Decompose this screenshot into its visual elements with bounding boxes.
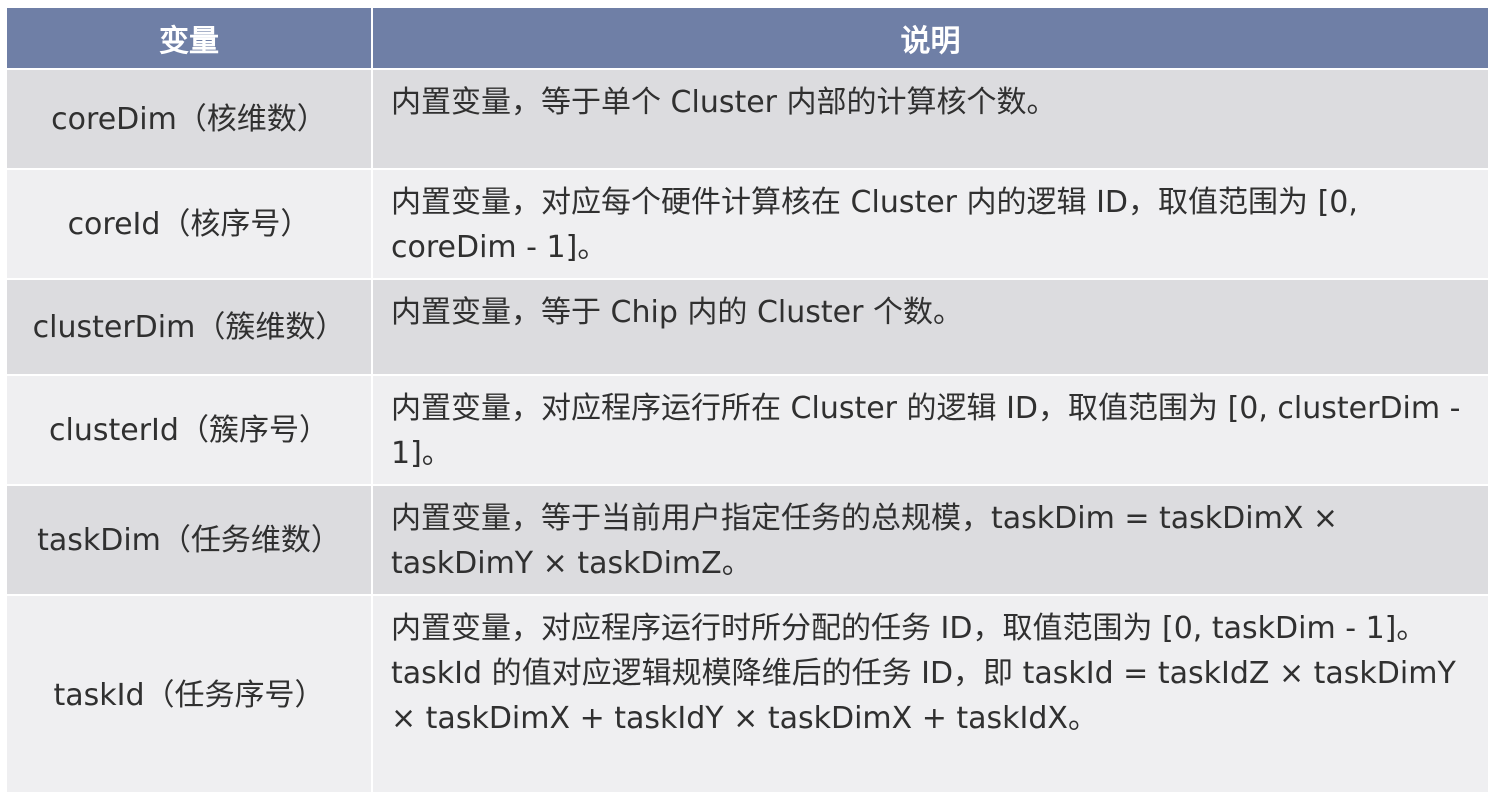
table-row: coreId（核序号） 内置变量，对应每个硬件计算核在 Cluster 内的逻辑… — [5, 168, 1490, 280]
table-row: coreDim（核维数） 内置变量，等于单个 Cluster 内部的计算核个数。 — [5, 68, 1490, 170]
variable-cell: taskId（任务序号） — [5, 594, 373, 792]
variable-cell: taskDim（任务维数） — [5, 484, 373, 596]
variable-cell: clusterDim（簇维数） — [5, 278, 373, 376]
table-row: taskDim（任务维数） 内置变量，等于当前用户指定任务的总规模，taskDi… — [5, 484, 1490, 596]
variable-cell: coreId（核序号） — [5, 168, 373, 280]
header-variable: 变量 — [5, 6, 373, 70]
table-row: taskId（任务序号） 内置变量，对应程序运行时所分配的任务 ID，取值范围为… — [5, 594, 1490, 792]
description-cell: 内置变量，等于 Chip 内的 Cluster 个数。 — [371, 278, 1490, 376]
header-description: 说明 — [371, 6, 1490, 70]
table-row: clusterId（簇序号） 内置变量，对应程序运行所在 Cluster 的逻辑… — [5, 374, 1490, 486]
description-cell: 内置变量，等于当前用户指定任务的总规模，taskDim = taskDimX ×… — [371, 484, 1490, 596]
description-cell: 内置变量，对应程序运行时所分配的任务 ID，取值范围为 [0, taskDim … — [371, 594, 1490, 792]
description-cell: 内置变量，等于单个 Cluster 内部的计算核个数。 — [371, 68, 1490, 170]
table-header-row: 变量 说明 — [5, 6, 1490, 70]
variable-cell: coreDim（核维数） — [5, 68, 373, 170]
description-cell: 内置变量，对应每个硬件计算核在 Cluster 内的逻辑 ID，取值范围为 [0… — [371, 168, 1490, 280]
description-cell: 内置变量，对应程序运行所在 Cluster 的逻辑 ID，取值范围为 [0, c… — [371, 374, 1490, 486]
variables-table: 变量 说明 coreDim（核维数） 内置变量，等于单个 Cluster 内部的… — [5, 6, 1490, 792]
variable-cell: clusterId（簇序号） — [5, 374, 373, 486]
table-row: clusterDim（簇维数） 内置变量，等于 Chip 内的 Cluster … — [5, 278, 1490, 376]
document-page: 变量 说明 coreDim（核维数） 内置变量，等于单个 Cluster 内部的… — [0, 0, 1497, 792]
